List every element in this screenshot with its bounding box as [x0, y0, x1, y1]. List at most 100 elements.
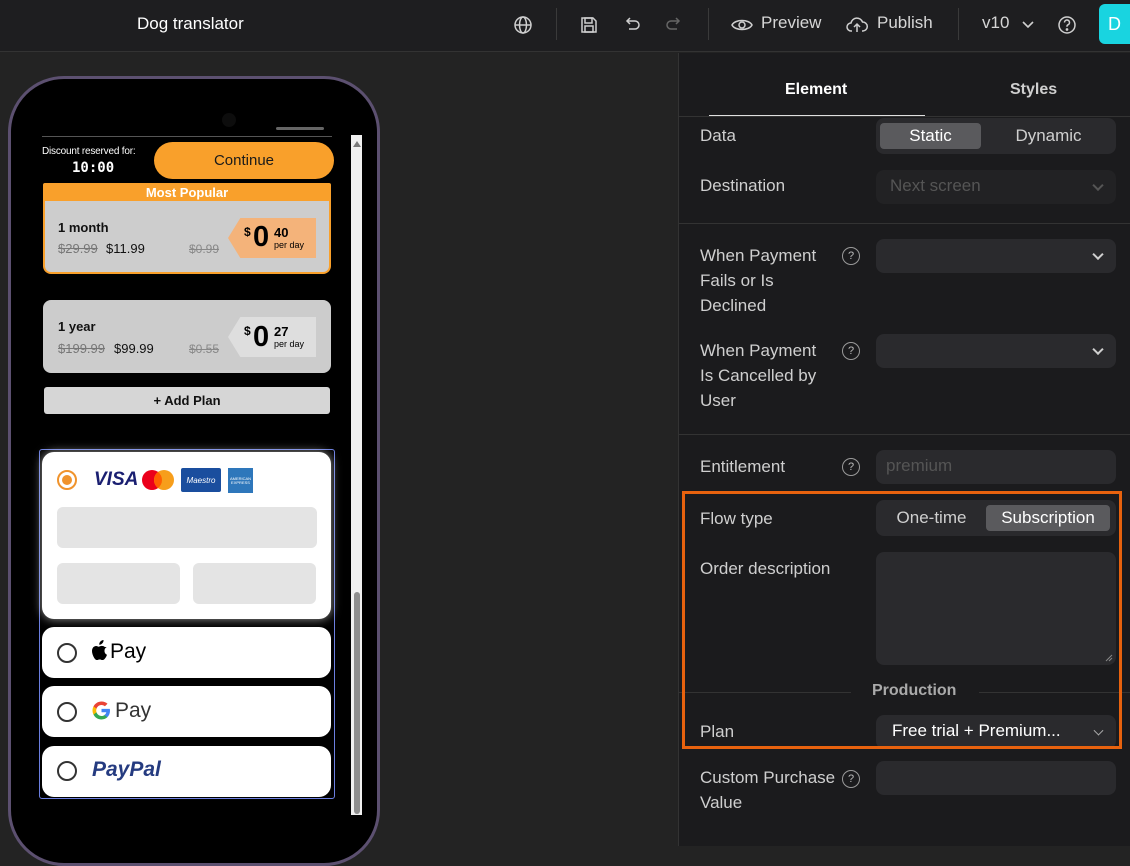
- save-icon[interactable]: [577, 13, 601, 37]
- card-expiry-field[interactable]: [57, 563, 180, 604]
- help-icon[interactable]: ?: [842, 770, 860, 788]
- redo-icon[interactable]: [662, 13, 686, 37]
- publish-button[interactable]: Publish: [877, 13, 933, 33]
- project-title[interactable]: Dog translator: [137, 14, 244, 34]
- eye-icon[interactable]: [730, 13, 754, 37]
- countdown-timer: 10:00: [72, 160, 115, 176]
- destination-label: Destination: [700, 176, 786, 195]
- price-currency: $: [244, 225, 251, 239]
- entitlement-placeholder: premium: [886, 456, 953, 475]
- plan-select[interactable]: Free trial + Premium...: [876, 715, 1116, 749]
- help-icon[interactable]: ?: [842, 247, 860, 265]
- help-icon[interactable]: ?: [842, 458, 860, 476]
- one-time-option[interactable]: One-time: [880, 505, 983, 531]
- plan-price: $99.99: [114, 341, 154, 356]
- toolbar-divider: [556, 8, 557, 40]
- apple-pay-option[interactable]: [42, 627, 331, 678]
- help-icon[interactable]: ?: [842, 342, 860, 360]
- apple-pay-radio[interactable]: [57, 643, 77, 663]
- help-icon[interactable]: [1055, 13, 1079, 37]
- plan-old-daily: $0.55: [189, 342, 220, 356]
- plan-name: 1 month: [58, 220, 109, 235]
- price-tag: [228, 317, 316, 357]
- preview-button[interactable]: Preview: [761, 13, 821, 33]
- toolbar-divider: [958, 8, 959, 40]
- price-currency: $: [244, 324, 251, 338]
- order-description-label: Order description: [700, 559, 831, 578]
- per-day-label: per day: [274, 240, 305, 250]
- most-popular-badge: Most Popular: [43, 183, 331, 203]
- google-pay-label: Pay: [115, 699, 152, 722]
- payment-fails-label: When Payment Fails or Is Declined: [700, 246, 817, 315]
- plan-price: $11.99: [106, 241, 145, 256]
- camera-icon: [222, 113, 236, 127]
- per-day-label: per day: [274, 339, 305, 349]
- paypal-icon: PayPal: [92, 758, 161, 781]
- google-pay-option[interactable]: [42, 686, 331, 737]
- tab-element[interactable]: Element: [785, 81, 847, 99]
- card-cvc-field[interactable]: [193, 563, 316, 604]
- static-option[interactable]: Static: [880, 123, 981, 149]
- entitlement-label: Entitlement: [700, 457, 786, 476]
- card-radio[interactable]: [57, 470, 77, 490]
- price-integer: 0: [253, 221, 270, 253]
- cloud-upload-icon[interactable]: [845, 13, 869, 37]
- payment-fails-select[interactable]: [876, 239, 1116, 273]
- price-tag: [228, 218, 316, 258]
- custom-purchase-input[interactable]: [876, 761, 1116, 795]
- divider: [679, 116, 1130, 117]
- discount-label: Discount reserved for:: [42, 146, 136, 157]
- radio-dot: [62, 475, 72, 485]
- divider: [979, 692, 1130, 693]
- price-integer: 0: [253, 321, 270, 353]
- amex-icon: AMERICAN EXPRESS: [228, 468, 253, 493]
- home-indicator: [276, 127, 324, 130]
- flow-type-label: Flow type: [700, 509, 773, 528]
- tab-styles[interactable]: Styles: [1010, 81, 1057, 99]
- maestro-icon: Maestro: [181, 468, 221, 492]
- plan-old-price: $199.99: [58, 341, 105, 356]
- top-bar: Dog translator Preview Publish v10 D: [0, 0, 1130, 52]
- paypal-radio[interactable]: [57, 761, 77, 781]
- chevron-down-icon: [1092, 343, 1104, 356]
- undo-icon[interactable]: [620, 13, 644, 37]
- destination-select[interactable]: Next screen: [876, 170, 1116, 204]
- paypal-option[interactable]: [42, 746, 331, 797]
- resize-handle-icon[interactable]: [1105, 654, 1113, 662]
- continue-button[interactable]: Continue: [154, 142, 334, 179]
- properties-panel: Element Styles Data Static Dynamic Desti…: [678, 53, 1130, 846]
- payment-cancelled-select[interactable]: [876, 334, 1116, 368]
- scroll-thumb[interactable]: [354, 592, 360, 814]
- version-selector[interactable]: v10: [982, 13, 1009, 33]
- data-toggle: Static Dynamic: [876, 118, 1116, 154]
- subscription-option[interactable]: Subscription: [986, 505, 1110, 531]
- globe-icon[interactable]: [511, 13, 535, 37]
- add-plan-button[interactable]: + Add Plan: [44, 387, 330, 414]
- user-avatar[interactable]: D: [1099, 4, 1130, 44]
- divider: [679, 434, 1130, 435]
- entitlement-input[interactable]: premium: [876, 450, 1116, 484]
- order-description-textarea[interactable]: [876, 552, 1116, 665]
- google-pay-radio[interactable]: [57, 702, 77, 722]
- data-label: Data: [700, 126, 736, 145]
- toolbar-divider: [708, 8, 709, 40]
- mastercard-icon: [141, 469, 175, 491]
- dynamic-option[interactable]: Dynamic: [996, 123, 1101, 149]
- apple-pay-label: Pay: [110, 640, 147, 663]
- production-section-title: Production: [872, 682, 957, 699]
- card-number-field[interactable]: [57, 507, 317, 548]
- status-divider: [42, 136, 332, 137]
- apple-icon: [92, 640, 108, 661]
- visa-icon: VISA: [94, 469, 139, 490]
- google-icon: [92, 701, 111, 720]
- flow-type-toggle: One-time Subscription: [876, 500, 1116, 536]
- plan-name: 1 year: [58, 319, 96, 334]
- chevron-down-icon[interactable]: [1016, 13, 1040, 37]
- custom-purchase-label: Custom Purchase Value: [700, 768, 836, 812]
- divider: [679, 223, 1130, 224]
- chevron-down-icon: [1092, 248, 1104, 261]
- plan-value: Free trial + Premium...: [892, 721, 1061, 740]
- price-decimal: 27: [274, 324, 289, 339]
- scroll-up-arrow-icon[interactable]: [353, 141, 361, 147]
- price-decimal: 40: [274, 225, 289, 240]
